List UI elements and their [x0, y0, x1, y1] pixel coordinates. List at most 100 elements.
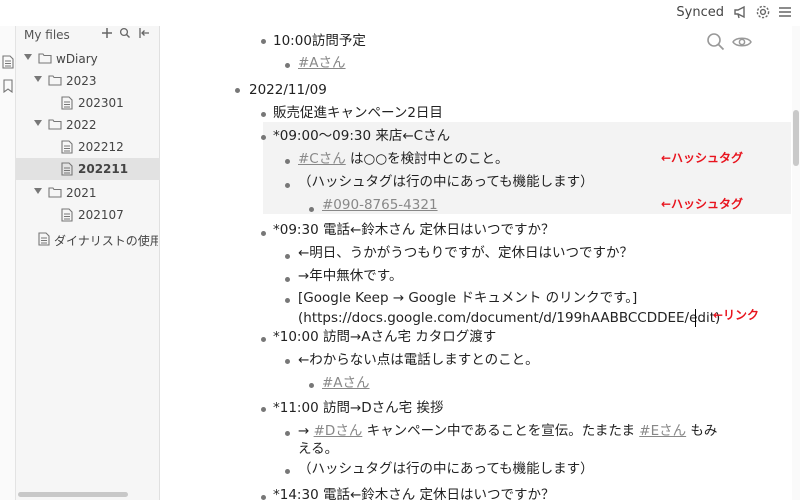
- tree-file-dynalist-usage[interactable]: ダイナリストの使用: [16, 228, 160, 250]
- eye-icon[interactable]: [732, 33, 752, 55]
- chevron-down-icon[interactable]: [34, 188, 42, 194]
- bullet[interactable]: [285, 431, 290, 436]
- plus-icon[interactable]: [100, 27, 114, 43]
- bullet[interactable]: [261, 407, 266, 412]
- sync-status: Synced: [676, 5, 724, 20]
- item-text: もみ: [686, 423, 718, 439]
- bullet[interactable]: [285, 298, 290, 303]
- bullet[interactable]: [285, 159, 290, 164]
- outline-item-wrap: える。: [298, 441, 339, 457]
- document-icon: [61, 140, 73, 157]
- tree-label: 202211: [78, 162, 129, 176]
- search-icon[interactable]: [118, 27, 132, 43]
- folder-icon: [38, 52, 52, 67]
- outline-item[interactable]: *09:00～09:30 来店←Cさん: [273, 127, 450, 145]
- gear-icon[interactable]: [754, 4, 772, 22]
- document-icon[interactable]: [2, 54, 14, 69]
- outline-item[interactable]: *11:00 訪問→Dさん宅 挨拶: [273, 399, 443, 417]
- annotation-hashtag: ←ハッシュタグ: [661, 151, 744, 165]
- bullet[interactable]: [285, 359, 290, 364]
- left-rail: [0, 26, 16, 500]
- document-icon: [61, 208, 73, 225]
- outline-item[interactable]: ←わからない点は電話しますとのこと。: [298, 351, 539, 369]
- tree-label: ダイナリストの使用: [54, 234, 158, 248]
- bullet[interactable]: [261, 39, 266, 44]
- annotation-hashtag: ←ハッシュタグ: [661, 197, 744, 211]
- tree-file-202301[interactable]: 202301: [16, 92, 160, 114]
- outline-editor[interactable]: 10:00訪問予定 #Aさん 2022/11/09 販売促進キャンペーン2日目 …: [161, 26, 800, 500]
- tree-label: 202107: [78, 208, 124, 222]
- bullet[interactable]: [285, 277, 290, 282]
- tree-label: 202212: [78, 140, 124, 154]
- bullet[interactable]: [285, 183, 290, 188]
- document-icon: [61, 162, 73, 179]
- top-bar: Synced: [0, 0, 800, 26]
- hashtag-link[interactable]: #090-8765-4321: [322, 196, 438, 214]
- hashtag-link[interactable]: #Cさん: [298, 151, 346, 167]
- outline-item[interactable]: *09:30 電話←鈴木さん 定休日はいつですか？: [273, 221, 555, 239]
- menu-icon[interactable]: [776, 4, 794, 22]
- annotation-link: ←リンク: [713, 308, 760, 322]
- outline-item[interactable]: *10:00 訪問→Aさん宅 カタログ渡す: [273, 328, 496, 346]
- bullet[interactable]: [285, 63, 290, 68]
- bullet[interactable]: [309, 207, 314, 212]
- hashtag-link[interactable]: #Dさん: [314, 423, 363, 439]
- tree-folder-wdiary[interactable]: wDiary: [16, 48, 160, 70]
- tree-folder-2021[interactable]: 2021: [16, 182, 160, 204]
- outline-item[interactable]: ←明日、うかがうつもりですが、定休日はいつですか？: [298, 244, 633, 262]
- outline-item-link-text[interactable]: [Google Keep → Google ドキュメント のリンクです。]: [298, 289, 637, 307]
- hashtag-link[interactable]: #Aさん: [298, 54, 346, 72]
- main-toolbar: [706, 32, 752, 54]
- outline-item[interactable]: →年中無休です。: [298, 267, 402, 285]
- chevron-down-icon[interactable]: [34, 76, 42, 82]
- item-text: は○○を検討中とのこと。: [345, 151, 509, 167]
- tree-label: 202301: [78, 96, 124, 110]
- chevron-down-icon[interactable]: [24, 54, 32, 60]
- bullet[interactable]: [309, 383, 314, 388]
- chevron-down-icon[interactable]: [34, 120, 42, 126]
- bullet[interactable]: [261, 112, 266, 117]
- bullet[interactable]: [261, 495, 266, 500]
- tree-label: 2022: [66, 118, 97, 132]
- bullet[interactable]: [261, 231, 266, 236]
- folder-icon: [48, 74, 62, 89]
- folder-icon: [48, 118, 62, 133]
- vertical-scrollbar-thumb[interactable]: [793, 110, 799, 166]
- file-sidebar: My files wDiary 2023 202301 2022 202212 …: [16, 26, 160, 500]
- outline-item[interactable]: 販売促進キャンペーン2日目: [273, 104, 443, 122]
- hashtag-link[interactable]: #Aさん: [322, 374, 370, 392]
- item-text: キャンペーン中であることを宣伝。たまたま: [362, 423, 640, 439]
- vertical-scrollbar-track[interactable]: [792, 26, 800, 500]
- bullet[interactable]: [235, 88, 240, 93]
- tree-folder-2022[interactable]: 2022: [16, 114, 160, 136]
- bullet[interactable]: [261, 135, 266, 140]
- bookmark-icon[interactable]: [2, 78, 14, 94]
- sidebar-header: My files: [16, 26, 160, 46]
- bullet[interactable]: [285, 254, 290, 259]
- collapse-sidebar-icon[interactable]: [137, 27, 151, 43]
- bullet[interactable]: [261, 337, 266, 342]
- folder-icon: [48, 186, 62, 201]
- outline-item-date[interactable]: 2022/11/09: [249, 81, 327, 99]
- sidebar-title: My files: [24, 28, 70, 42]
- bullet[interactable]: [285, 469, 290, 474]
- outline-item[interactable]: 10:00訪問予定: [273, 32, 366, 50]
- search-icon[interactable]: [706, 32, 726, 56]
- outline-item-link-url[interactable]: (https://docs.google.com/document/d/199h…: [298, 309, 720, 327]
- outline-item[interactable]: （ハッシュタグは行の中にあっても機能します）: [298, 460, 594, 478]
- tree-file-202212[interactable]: 202212: [16, 136, 160, 158]
- document-icon: [38, 232, 50, 249]
- outline-item[interactable]: #Cさん は○○を検討中とのこと。: [298, 150, 508, 168]
- hashtag-link[interactable]: #Eさん: [639, 423, 686, 439]
- outline-item[interactable]: *14:30 電話←鈴木さん 定休日はいつですか？: [273, 486, 555, 500]
- item-text: →: [298, 423, 314, 439]
- tree-file-202211[interactable]: 202211: [16, 158, 160, 180]
- sidebar-horizontal-scrollbar[interactable]: [18, 492, 128, 497]
- text-caret: [695, 309, 696, 327]
- tree-file-202107[interactable]: 202107: [16, 204, 160, 226]
- outline-item[interactable]: → #Dさん キャンペーン中であることを宣伝。たまたま #Eさん もみ: [298, 422, 717, 440]
- outline-item[interactable]: （ハッシュタグは行の中にあっても機能します）: [298, 173, 594, 191]
- tree-folder-2023[interactable]: 2023: [16, 70, 160, 92]
- megaphone-icon[interactable]: [732, 4, 750, 22]
- tree-label: 2023: [66, 74, 97, 88]
